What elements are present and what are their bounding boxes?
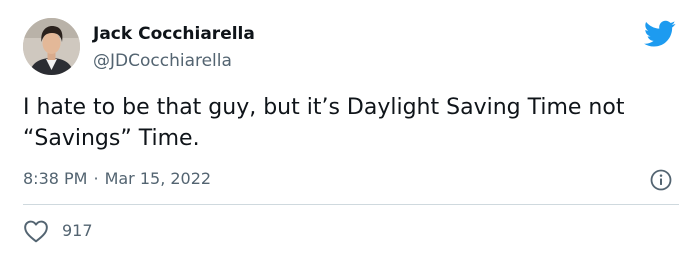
author-handle[interactable]: @JDCocchiarella	[93, 49, 232, 73]
tweet-timestamp[interactable]: 8:38 PM · Mar 15, 2022	[23, 167, 211, 191]
twitter-bird-icon[interactable]	[644, 20, 676, 48]
timestamp-separator: ·	[93, 169, 99, 188]
avatar[interactable]	[23, 18, 80, 75]
tweet-date[interactable]: Mar 15, 2022	[105, 169, 212, 188]
divider	[23, 204, 679, 205]
heart-icon[interactable]	[23, 219, 49, 243]
info-icon[interactable]	[649, 168, 673, 192]
tweet-card: Jack Cocchiarella @JDCocchiarella I hate…	[0, 0, 700, 257]
like-button[interactable]: 917	[23, 218, 93, 244]
like-count: 917	[62, 221, 93, 240]
author-name[interactable]: Jack Cocchiarella	[93, 22, 255, 46]
tweet-text: I hate to be that guy, but it’s Daylight…	[23, 95, 625, 151]
tweet-time[interactable]: 8:38 PM	[23, 169, 87, 188]
